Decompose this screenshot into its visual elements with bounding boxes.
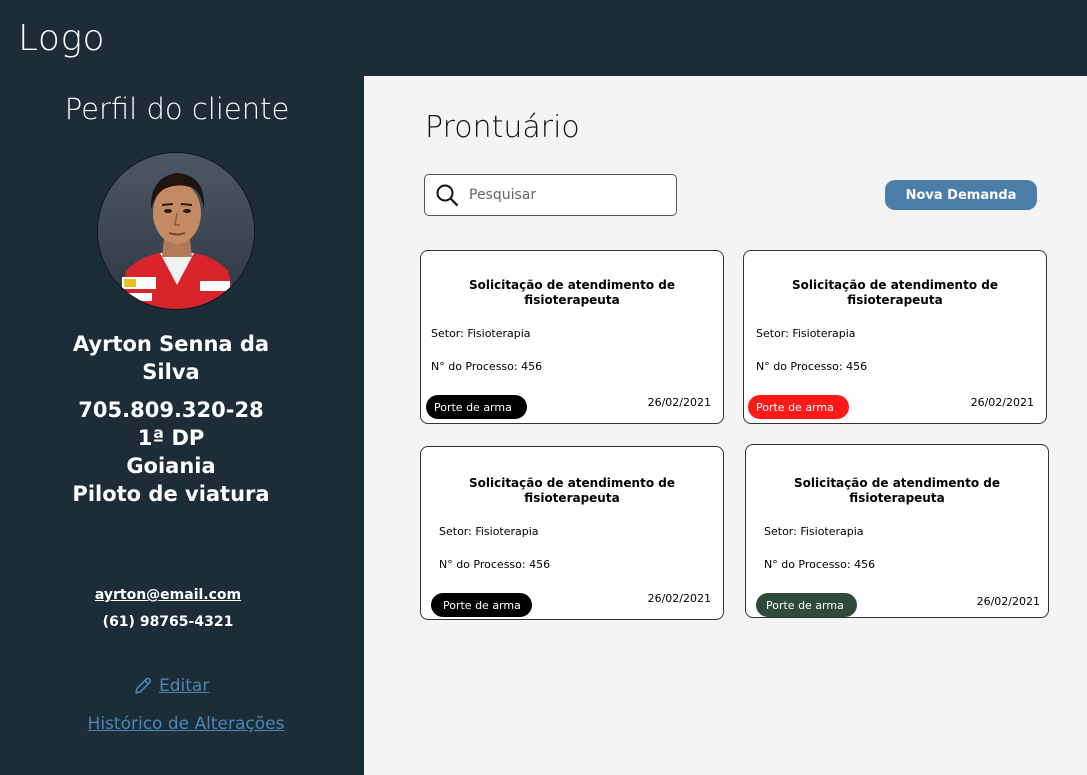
tag-badge[interactable]: Porte de arma [431,593,532,617]
record-card[interactable]: Solicitação de atendimento de fisioterap… [420,250,724,424]
card-title: Solicitação de atendimento de fisioterap… [468,278,675,307]
card-sector: Setor: Fisioterapia [764,525,864,538]
client-details: 705.809.320-28 1ª DP Goiania Piloto de v… [40,396,302,508]
edit-label: Editar [159,676,210,696]
card-process-number: N° do Processo: 456 [439,558,551,571]
record-card[interactable]: Solicitação de atendimento de fisioterap… [745,444,1049,618]
card-date: 26/02/2021 [647,396,711,409]
record-card[interactable]: Solicitação de atendimento de fisioterap… [420,446,724,620]
card-process-number: N° do Processo: 456 [431,360,543,373]
avatar-photo [98,153,254,309]
edit-link[interactable]: Editar [133,676,209,696]
client-email-link[interactable]: ayrton@email.com [0,587,336,603]
card-title: Solicitação de atendimento de fisioterap… [793,476,1000,505]
card-process-number: N° do Processo: 456 [764,558,876,571]
pencil-icon [135,677,152,694]
card-sector: Setor: Fisioterapia [756,327,856,340]
card-date: 26/02/2021 [976,595,1040,608]
client-dp: 1ª DP [137,426,205,450]
tag-badge[interactable]: Porte de arma [756,593,857,617]
tag-badge[interactable]: Porte de arma [748,395,849,419]
card-sector: Setor: Fisioterapia [439,525,539,538]
search-icon [436,184,459,207]
client-cpf: 705.809.320-28 [78,398,264,422]
logo[interactable]: Logo [18,18,105,59]
card-title: Solicitação de atendimento de fisioterap… [468,476,675,505]
new-demand-button[interactable]: Nova Demanda [885,180,1037,210]
client-phone: (61) 98765-4321 [102,614,234,630]
card-date: 26/02/2021 [647,592,711,605]
search-box[interactable] [424,174,677,216]
main-content: Prontuário Nova Demanda Solicitação de a… [364,76,1087,775]
client-city: Goiania [126,454,216,478]
card-date: 26/02/2021 [970,396,1034,409]
top-bar: Logo [0,0,1087,76]
client-role: Piloto de viatura [72,482,270,506]
client-name: Ayrton Senna da Silva [72,332,270,384]
card-title: Solicitação de atendimento de fisioterap… [791,278,998,307]
client-profile-sidebar: Perfil do cliente Ayrton Senna da Silva … [0,76,364,775]
history-link[interactable]: Histórico de Alterações [0,714,372,734]
sidebar-title: Perfil do cliente [64,92,290,126]
page-title: Prontuário [425,110,580,145]
tag-badge[interactable]: Porte de arma [426,395,527,419]
avatar [97,152,255,310]
search-input[interactable] [469,187,659,203]
card-process-number: N° do Processo: 456 [756,360,868,373]
card-sector: Setor: Fisioterapia [431,327,531,340]
record-card[interactable]: Solicitação de atendimento de fisioterap… [743,250,1047,424]
